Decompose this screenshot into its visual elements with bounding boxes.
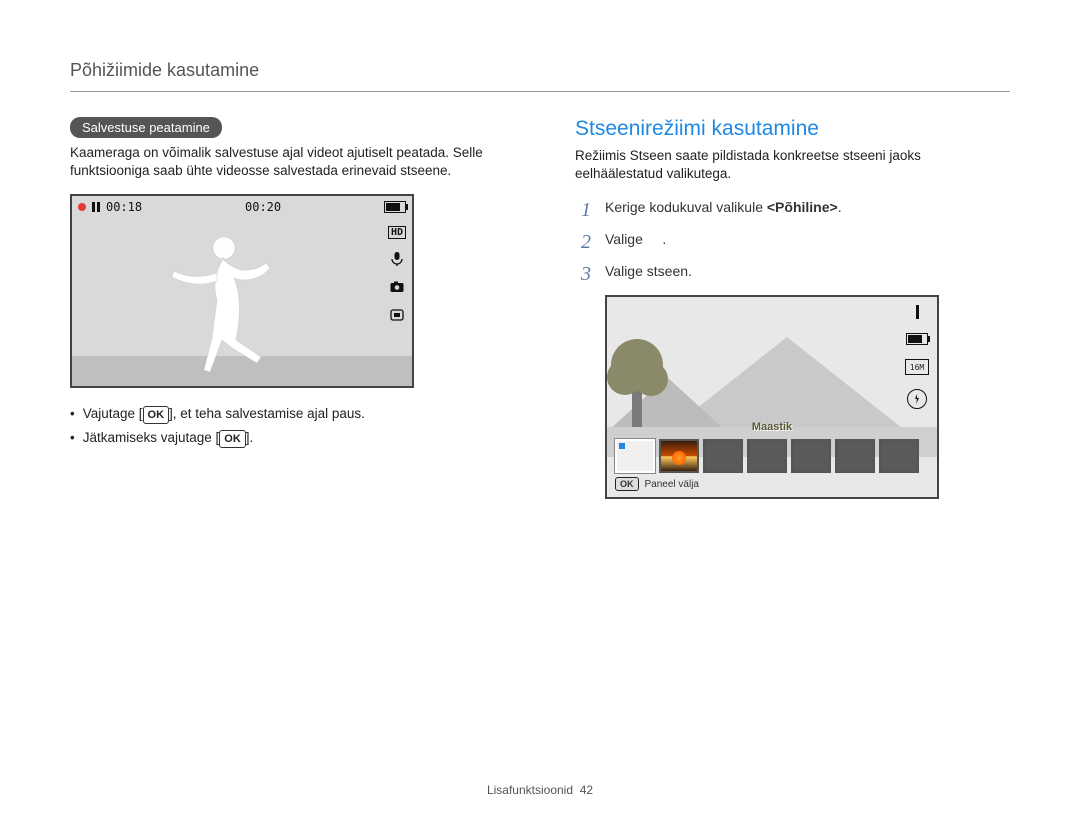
recording-status-bar: 00:18 00:20 bbox=[72, 196, 412, 218]
scene-side-icons: 16M bbox=[905, 305, 929, 409]
ok-key-icon: OK bbox=[219, 430, 246, 448]
step-label: Valige . bbox=[605, 231, 666, 253]
step-1: 1 Kerige kodukuval valikule <Põhiline>. bbox=[575, 199, 1010, 221]
two-column-layout: Salvestuse peatamine Kaameraga on võimal… bbox=[70, 117, 1010, 499]
step-number: 1 bbox=[575, 199, 591, 221]
left-column: Salvestuse peatamine Kaameraga on võimal… bbox=[70, 117, 505, 499]
left-paragraph: Kaameraga on võimalik salvestuse ajal vi… bbox=[70, 144, 505, 180]
footer-page-number: 42 bbox=[580, 783, 593, 797]
subsection-pill: Salvestuse peatamine bbox=[70, 117, 222, 138]
instruction-bullets: Vajutage [OK], et teha salvestamise ajal… bbox=[70, 406, 505, 448]
step-number: 3 bbox=[575, 263, 591, 285]
scene-thumbnails bbox=[615, 439, 929, 473]
scene-thumb[interactable] bbox=[703, 439, 743, 473]
steps-list: 1 Kerige kodukuval valikule <Põhiline>. … bbox=[575, 199, 1010, 285]
resolution-badge-icon: 16M bbox=[905, 359, 929, 375]
pause-icon bbox=[92, 202, 100, 212]
panel-hint-row: OK Paneel välja bbox=[615, 477, 929, 491]
section-heading: Stseenirežiimi kasutamine bbox=[575, 117, 1010, 141]
scene-mode-display: 16M Maastik bbox=[605, 295, 939, 499]
panel-hint-label: Paneel välja bbox=[645, 479, 699, 490]
microphone-icon bbox=[389, 251, 405, 267]
footer-section: Lisafunktsioonid bbox=[487, 783, 573, 797]
skater-silhouette-icon bbox=[162, 228, 282, 378]
recording-time-left: 00:18 bbox=[78, 200, 142, 214]
step-3: 3 Valige stseen. bbox=[575, 263, 1010, 285]
scene-name-label: Maastik bbox=[615, 421, 929, 433]
right-paragraph: Režiimis Stseen saate pildistada konkree… bbox=[575, 147, 1010, 183]
bullet1-after: ], et teha salvestamise ajal paus. bbox=[169, 406, 365, 421]
scene-thumb[interactable] bbox=[879, 439, 919, 473]
ok-key-icon: OK bbox=[615, 477, 639, 491]
battery-icon bbox=[384, 201, 406, 213]
remaining-time: 00:20 bbox=[245, 200, 281, 214]
elapsed-time: 00:18 bbox=[106, 200, 142, 214]
bullet2-before: Jätkamiseks vajutage [ bbox=[83, 430, 220, 445]
page-title: Põhižiimide kasutamine bbox=[70, 60, 1010, 92]
flash-off-icon bbox=[907, 389, 927, 409]
ok-key-icon: OK bbox=[143, 406, 170, 424]
manual-page: Põhižiimide kasutamine Salvestuse peatam… bbox=[0, 0, 1080, 815]
video-side-icons: HD bbox=[388, 226, 406, 323]
scene-thumb-landscape[interactable] bbox=[615, 439, 655, 473]
video-recording-display: 00:18 00:20 HD bbox=[70, 194, 414, 388]
single-shot-icon bbox=[916, 305, 919, 319]
scene-thumb-sunset[interactable] bbox=[659, 439, 699, 473]
bullet-item: Jätkamiseks vajutage [OK]. bbox=[70, 430, 505, 448]
record-indicator-icon bbox=[78, 203, 86, 211]
bullet-item: Vajutage [OK], et teha salvestamise ajal… bbox=[70, 406, 505, 424]
scene-thumb[interactable] bbox=[791, 439, 831, 473]
step-label: Kerige kodukuval valikule <Põhiline>. bbox=[605, 199, 842, 221]
scene-thumb[interactable] bbox=[835, 439, 875, 473]
battery-icon bbox=[906, 333, 928, 345]
right-column: Stseenirežiimi kasutamine Režiimis Stsee… bbox=[575, 117, 1010, 499]
step-2: 2 Valige . bbox=[575, 231, 1010, 253]
bullet1-before: Vajutage [ bbox=[83, 406, 143, 421]
scene-selection-bar: Maastik OK Paneel välja bbox=[615, 439, 929, 491]
step-number: 2 bbox=[575, 231, 591, 253]
scene-thumb[interactable] bbox=[747, 439, 787, 473]
page-footer: Lisafunktsioonid 42 bbox=[0, 783, 1080, 797]
camera-icon bbox=[389, 279, 405, 295]
bullet2-after: ]. bbox=[246, 430, 254, 445]
hd-badge-icon: HD bbox=[388, 226, 406, 239]
step-label: Valige stseen. bbox=[605, 263, 692, 285]
image-stabilization-icon bbox=[389, 307, 405, 323]
